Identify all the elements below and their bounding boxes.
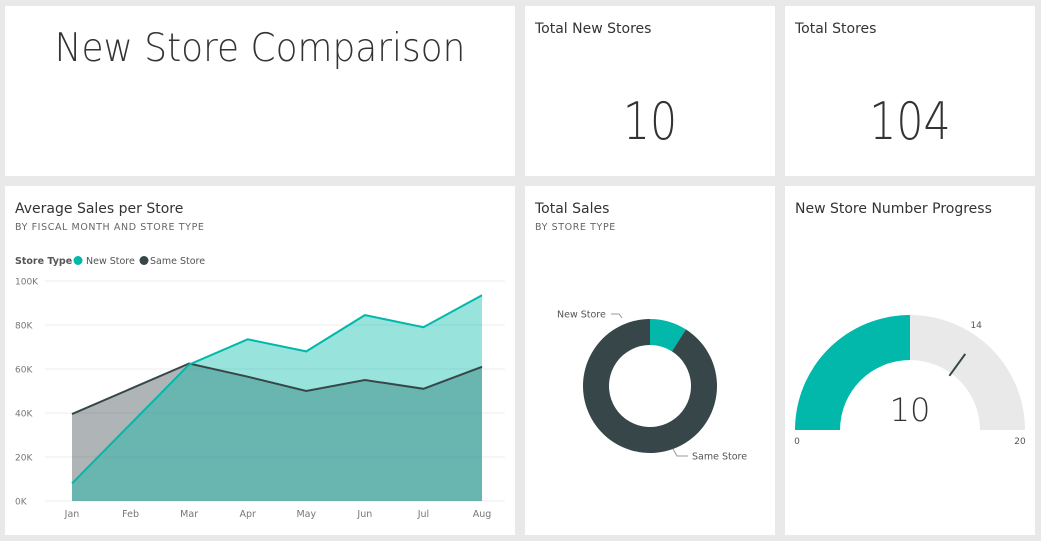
donut-label-same-store: Same Store [692,452,747,463]
y-tick-label: 20K [15,454,33,464]
gauge-target-label: 14 [970,321,982,331]
total-new-stores-label: Total New Stores [535,21,652,37]
y-tick-label: 40K [15,410,33,420]
total-stores-label: Total Stores [795,21,877,37]
gauge-min-label: 0 [794,437,800,447]
avg-sales-chart: Store Type New Store Same Store 0K 20K 40K… [15,256,505,520]
y-tick-label: 100K [15,278,39,288]
legend-new-store-label[interactable]: New Store [86,256,135,267]
dashboard-title-tile[interactable]: New Store Comparison [5,6,515,176]
x-tick-label: Apr [239,509,256,520]
total-sales-donut-chart: New Store Same Store [557,310,747,463]
legend-same-store-label[interactable]: Same Store [150,256,205,267]
avg-sales-tile[interactable]: Average Sales per Store BY FISCAL MONTH … [5,186,515,535]
total-stores-value: 104 [869,92,951,152]
y-tick-label: 60K [15,366,33,376]
gauge-chart: 14 10 0 20 [794,315,1026,447]
legend-new-store-marker[interactable] [73,256,83,265]
x-tick-label: Feb [122,509,139,520]
x-tick-label: May [296,509,316,520]
x-tick-label: Jul [417,509,429,520]
total-stores-card[interactable]: Total Stores 104 [785,6,1035,176]
dashboard-title: New Store Comparison [54,26,466,71]
legend-title: Store Type [15,256,72,267]
donut-label-new-store: New Store [557,310,606,321]
total-new-stores-card[interactable]: Total New Stores 10 [525,6,775,176]
legend-same-store-marker[interactable] [139,256,149,265]
gauge-max-label: 20 [1014,437,1026,447]
new-store-leader-line [611,313,623,319]
total-sales-tile[interactable]: Total Sales BY STORE TYPE New Store Same… [525,186,775,535]
y-tick-label: 80K [15,322,33,332]
y-tick-label: 0K [15,498,28,508]
x-tick-label: Mar [180,509,198,520]
x-tick-label: Jan [64,509,80,520]
x-tick-label: Jun [356,509,372,520]
gauge-tile[interactable]: New Store Number Progress 14 10 0 20 [785,186,1035,535]
donut-slice-same-store[interactable] [583,319,717,453]
total-new-stores-value: 10 [622,92,678,152]
gauge-value: 10 [890,391,931,429]
same-store-leader-line [672,448,688,457]
x-tick-label: Aug [473,509,492,520]
